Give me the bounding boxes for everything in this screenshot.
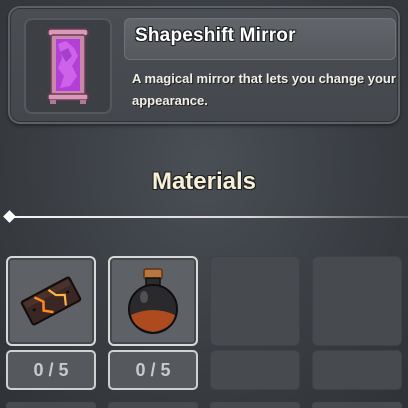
material-count-1: 0 / 5: [6, 350, 96, 390]
next-row-slot: [210, 402, 300, 408]
material-slot-4[interactable]: [312, 256, 402, 346]
next-row-slot: [6, 402, 96, 408]
item-title: Shapeshift Mirror: [124, 18, 396, 60]
item-description: A magical mirror that lets you change yo…: [132, 71, 396, 108]
item-info-card: Shapeshift Mirror A magical mirror that …: [8, 6, 400, 124]
cracked-lava-plank-icon: [20, 276, 82, 326]
material-count-3: [210, 350, 300, 390]
section-divider: [10, 216, 408, 218]
materials-heading: Materials: [151, 168, 257, 195]
material-count-4: [312, 350, 402, 390]
dark-potion-flask-icon: [128, 268, 178, 334]
item-icon-slot[interactable]: [24, 18, 112, 114]
material-count-2: 0 / 5: [108, 350, 198, 390]
magic-mirror-icon: [47, 28, 89, 104]
next-row-slot: [312, 402, 402, 408]
material-slot-2[interactable]: [108, 256, 198, 346]
material-slot-1[interactable]: [6, 256, 96, 346]
next-row-slot: [108, 402, 198, 408]
material-slot-3[interactable]: [210, 256, 300, 346]
